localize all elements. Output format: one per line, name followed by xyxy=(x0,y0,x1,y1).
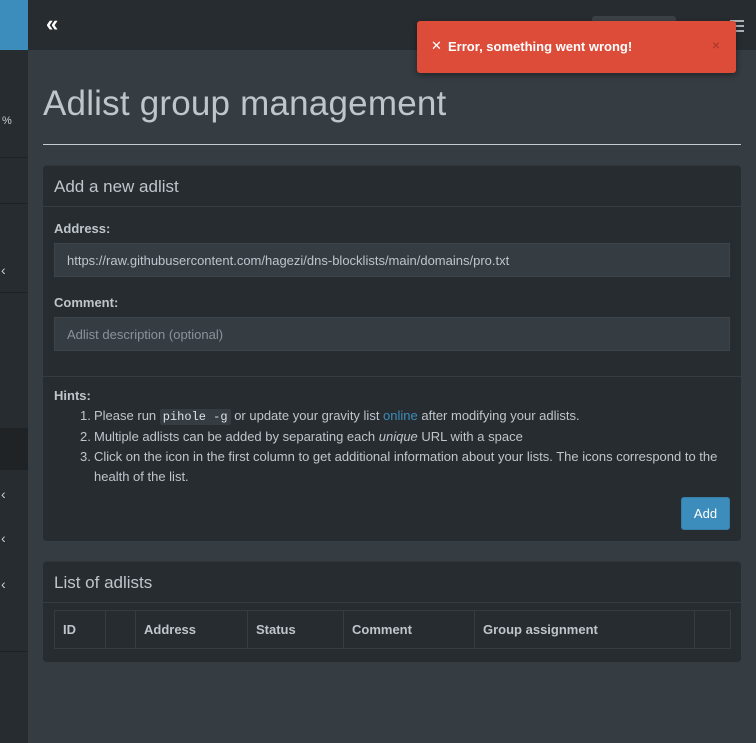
hint-emphasis: unique xyxy=(378,429,418,444)
sidebar-chevron-icon[interactable]: ‹ xyxy=(1,487,6,501)
table-header-row: ID Address Status Comment Group assignme… xyxy=(54,610,731,649)
column-header-address[interactable]: Address xyxy=(135,610,248,649)
sidebar-chevron-icon[interactable]: ‹ xyxy=(1,577,6,591)
address-input[interactable] xyxy=(54,243,730,277)
sidebar-chevron-icon[interactable]: ‹ xyxy=(1,263,6,277)
online-link[interactable]: online xyxy=(383,408,418,423)
page-title: Adlist group management xyxy=(43,84,447,123)
hint-text: after modifying your adlists. xyxy=(417,408,580,423)
sidebar-stat-fragment: % xyxy=(2,115,12,127)
sidebar-divider xyxy=(0,157,28,158)
column-header-id[interactable]: ID xyxy=(54,610,106,649)
hint-text: Multiple adlists can be added by separat… xyxy=(94,429,379,444)
hints-list: 1. Please run pihole -g or update your g… xyxy=(80,406,734,487)
hints-title: Hints: xyxy=(54,388,91,403)
sidebar-logo-strip[interactable] xyxy=(0,0,28,50)
toast-close-button[interactable]: × xyxy=(712,37,720,53)
adlist-list-title: List of adlists xyxy=(54,573,153,592)
error-toast: ✕ Error, something went wrong! × xyxy=(417,21,736,73)
sidebar-active-item[interactable] xyxy=(0,428,28,470)
hint-item: 2. Multiple adlists can be added by sepa… xyxy=(80,429,523,444)
title-divider xyxy=(43,144,741,145)
sidebar-divider xyxy=(0,292,28,293)
hint-text: or update your gravity list xyxy=(230,408,384,423)
sidebar-divider xyxy=(0,203,28,204)
toast-message: Error, something went wrong! xyxy=(448,39,633,54)
adlist-list-header: List of adlists xyxy=(43,562,741,603)
column-header-status[interactable]: Status xyxy=(247,610,344,649)
adlist-table: ID Address Status Comment Group assignme… xyxy=(54,610,731,649)
column-header-status-icon[interactable] xyxy=(105,610,136,649)
pihole-command: pihole -g xyxy=(159,409,231,425)
hint-text: Click on the icon in the first column to… xyxy=(94,449,718,484)
sidebar-chevron-icon[interactable]: ‹ xyxy=(1,531,6,545)
sidebar-toggle-icon[interactable]: « xyxy=(46,12,58,36)
hint-text: Please run xyxy=(94,408,160,423)
column-header-action[interactable] xyxy=(694,610,731,649)
comment-input[interactable] xyxy=(54,317,730,351)
hint-item: 1. Please run pihole -g or update your g… xyxy=(80,408,580,425)
column-header-comment[interactable]: Comment xyxy=(343,610,475,649)
column-header-group-assignment[interactable]: Group assignment xyxy=(474,610,695,649)
add-adlist-title: Add a new adlist xyxy=(54,177,179,196)
add-adlist-panel: Add a new adlist Address: Comment: Hints… xyxy=(43,165,741,541)
address-label: Address: xyxy=(54,221,111,236)
add-button[interactable]: Add xyxy=(681,497,730,530)
hint-text: URL with a space xyxy=(417,429,523,444)
panel-divider xyxy=(43,376,741,377)
sidebar: % ‹ ‹ ‹ ‹ xyxy=(0,0,28,743)
add-adlist-header: Add a new adlist xyxy=(43,166,741,207)
adlist-list-panel: List of adlists ID Address Status Commen… xyxy=(43,561,741,662)
comment-label: Comment: xyxy=(54,295,119,310)
hint-item: 3. Click on the icon in the first column… xyxy=(80,449,718,484)
error-icon: ✕ xyxy=(431,38,442,53)
sidebar-divider xyxy=(0,651,28,652)
